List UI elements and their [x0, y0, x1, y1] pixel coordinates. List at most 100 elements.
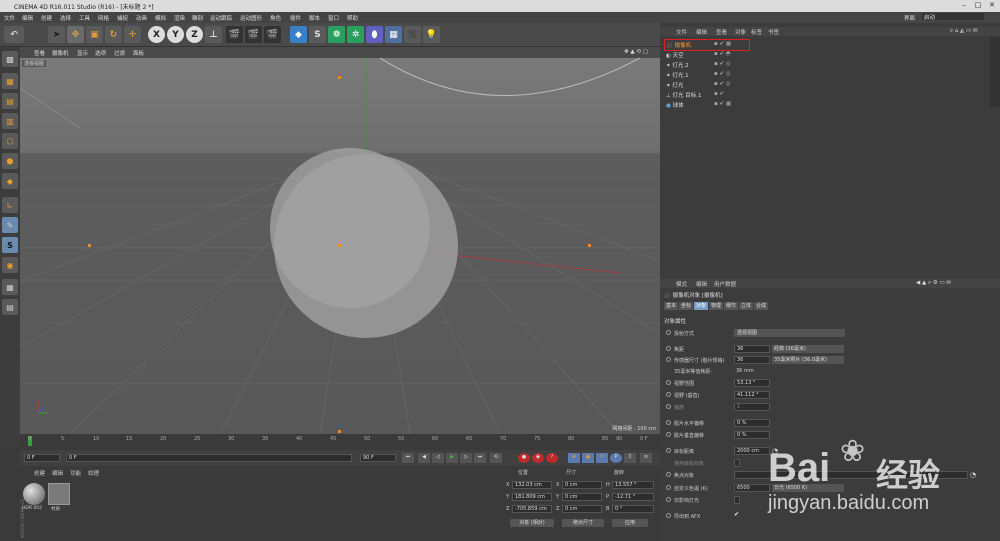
scale-tool-button[interactable]: ▣ — [86, 26, 103, 43]
loop-button[interactable]: ⟲ — [490, 453, 502, 463]
anim-dot[interactable] — [666, 497, 671, 502]
color-temp-preset[interactable]: 日光 (6500 K) — [772, 484, 844, 492]
anim-dot[interactable] — [666, 448, 671, 453]
anim-dot[interactable] — [666, 420, 671, 425]
coordinate-system-button[interactable]: ⊥ — [205, 26, 222, 43]
menu-help[interactable]: 帮助 — [347, 14, 358, 22]
coord-rot-h-field[interactable]: 13.557 ° — [612, 481, 654, 489]
object-row-camera[interactable]: 🎥 摄像机 ▪ ✔ ▦ — [666, 41, 816, 50]
render-picture-viewer-button[interactable]: 🎬 — [245, 26, 262, 43]
coord-pos-z-field[interactable]: -705.859 cm — [512, 505, 552, 513]
play-back-button[interactable]: ◁ — [432, 453, 444, 463]
menu-render[interactable]: 渲染 — [174, 14, 185, 22]
anim-dot[interactable] — [666, 346, 671, 351]
attr-tab-physical[interactable]: 物理 — [709, 302, 723, 310]
planar-workplane-button[interactable]: ▤ — [2, 299, 18, 315]
material-swatch-2[interactable] — [48, 483, 70, 505]
coord-pos-x-field[interactable]: 132.03 cm — [512, 481, 552, 489]
timeline-menu-button[interactable]: ≡ — [640, 453, 652, 463]
goto-end-button[interactable]: ⏭ — [474, 453, 486, 463]
material-swatch-hdr[interactable] — [23, 483, 45, 505]
menu-create[interactable]: 创建 — [41, 14, 52, 22]
attr-tab-details[interactable]: 细节 — [724, 302, 738, 310]
color-temp-field[interactable]: 6500 — [734, 484, 770, 492]
menu-motion-tracking[interactable]: 运动跟踪 — [210, 14, 232, 22]
close-button[interactable]: ✕ — [986, 1, 998, 10]
camera-button[interactable]: 🎥 — [404, 26, 421, 43]
spline-button[interactable]: S — [309, 26, 326, 43]
coord-rot-p-field[interactable]: -12.71 ° — [612, 493, 654, 501]
pos-track-button[interactable]: ✥ — [568, 453, 580, 463]
rotate-tool-button[interactable]: ↻ — [105, 26, 122, 43]
menu-character[interactable]: 角色 — [270, 14, 281, 22]
param-track-button[interactable]: P — [610, 453, 622, 463]
anim-dot[interactable] — [666, 392, 671, 397]
film-v-offset-field[interactable]: 0 % — [734, 431, 770, 439]
zoom-field[interactable]: 1 — [734, 403, 770, 411]
om-menu-bookmarks[interactable]: 书签 — [768, 28, 779, 36]
visibility-dots[interactable]: ▪ ✔ ◓ — [714, 51, 731, 57]
points-mode-button[interactable]: ⬡ — [2, 133, 18, 149]
sensor-size-preset[interactable]: 35毫米照片 (36.0毫米) — [772, 356, 844, 364]
tweak-button[interactable]: ✎ — [2, 217, 18, 233]
play-button[interactable]: ▶ — [446, 453, 458, 463]
attr-tab-object[interactable]: 对象 — [694, 302, 708, 310]
workplane-mode-button[interactable]: ▥ — [2, 113, 18, 129]
mat-menu-texture[interactable]: 纹理 — [88, 469, 99, 477]
vp-menu-panel[interactable]: 面板 — [133, 49, 144, 57]
move-tool-button[interactable]: ✥ — [67, 26, 84, 43]
current-frame-slider[interactable]: 0 F — [66, 454, 352, 462]
object-row-light2[interactable]: ✦ 灯光.2 ▪ ✔ ◎ — [666, 61, 816, 70]
attr-nav-icons[interactable]: ◀ ▲ ⌕ ⚙ ▭ ✉ — [916, 280, 951, 287]
mat-menu-function[interactable]: 功能 — [70, 469, 81, 477]
vp-menu-display[interactable]: 显示 — [77, 49, 88, 57]
visibility-dots[interactable]: ▪ ✔ — [714, 91, 724, 97]
menu-animate[interactable]: 动画 — [136, 14, 147, 22]
menu-snap[interactable]: 捕捉 — [117, 14, 128, 22]
attr-menu-edit[interactable]: 编辑 — [696, 280, 707, 288]
visibility-dots[interactable]: ▪ ✔ ◎ — [714, 61, 731, 67]
attr-tab-stereo[interactable]: 立体 — [739, 302, 753, 310]
anim-dot[interactable] — [666, 432, 671, 437]
cube-object-button[interactable]: ◆ — [290, 26, 307, 43]
export-afx-checkbox[interactable]: ✔ — [734, 511, 739, 518]
array-button[interactable]: ✲ — [347, 26, 364, 43]
menu-sculpt[interactable]: 雕刻 — [192, 14, 203, 22]
nurbs-button[interactable]: ❁ — [328, 26, 345, 43]
attr-tab-coords[interactable]: 坐标 — [679, 302, 693, 310]
menu-tools[interactable]: 工具 — [79, 14, 90, 22]
menu-mesh[interactable]: 网格 — [98, 14, 109, 22]
use-target-checkbox[interactable] — [734, 459, 740, 467]
lock-workplane-button[interactable]: ◉ — [2, 257, 18, 273]
menu-window[interactable]: 窗口 — [328, 14, 339, 22]
snap-button[interactable]: S — [2, 237, 18, 253]
coord-size-z-field[interactable]: 0 cm — [562, 505, 602, 513]
vp-menu-options[interactable]: 选项 — [95, 49, 106, 57]
attr-tab-composition[interactable]: 合成 — [754, 302, 768, 310]
om-menu-objects[interactable]: 对象 — [735, 28, 746, 36]
coord-size-x-field[interactable]: 0 cm — [562, 481, 602, 489]
x-axis-lock-button[interactable]: X — [148, 26, 165, 43]
end-frame-field[interactable]: 90 F — [360, 454, 396, 462]
layout-select[interactable]: 启动 — [922, 13, 984, 21]
texture-mode-button[interactable]: ▤ — [2, 93, 18, 109]
goto-start-button[interactable]: ⏮ — [402, 453, 414, 463]
object-row-light-target[interactable]: ⊥ 灯光 目标.1 ▪ ✔ — [666, 91, 816, 100]
film-h-offset-field[interactable]: 0 % — [734, 419, 770, 427]
vp-menu-view[interactable]: 查看 — [34, 49, 45, 57]
polygons-mode-button[interactable]: ◆ — [2, 173, 18, 189]
coord-mode-select[interactable]: 对象 (相对) — [510, 519, 554, 527]
coord-size-mode-select[interactable]: 绝对尺寸 — [562, 519, 604, 527]
object-row-sky[interactable]: ◐ 天空 ▪ ✔ ◓ — [666, 51, 816, 60]
visibility-dots[interactable]: ▪ ✔ ◎ — [714, 81, 731, 87]
sensor-size-field[interactable]: 36 — [734, 356, 770, 364]
model-mode-button[interactable]: ▦ — [2, 73, 18, 89]
autokey-button[interactable]: ◉ — [532, 453, 544, 463]
visibility-dots[interactable]: ▪ ✔ ▦ — [714, 41, 731, 47]
focal-length-preset[interactable]: 经典 (36毫米) — [772, 345, 844, 353]
anim-dot[interactable] — [666, 380, 671, 385]
om-search-icon[interactable]: ⌕ ⌂ ◭ ▭ ✉ — [950, 28, 978, 35]
y-axis-lock-button[interactable]: Y — [167, 26, 184, 43]
om-menu-tags[interactable]: 标签 — [751, 28, 762, 36]
pick-target-icon[interactable]: ◔ — [772, 447, 778, 455]
